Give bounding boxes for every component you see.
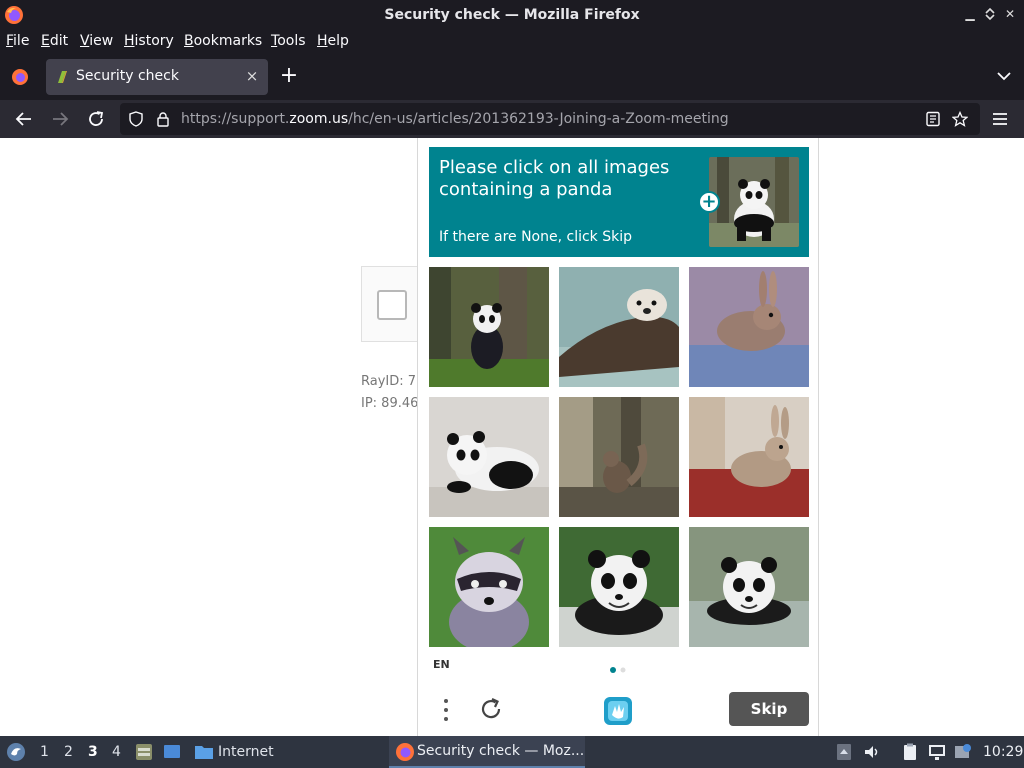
sample-image-panda [709,157,799,247]
update-notifier-icon[interactable] [953,742,973,762]
launcher-internet-label[interactable]: Internet [218,744,274,760]
menu-file[interactable]: File [6,33,29,49]
reader-view-icon[interactable] [925,111,941,127]
url-bar[interactable]: https://support.zoom.us/hc/en-us/article… [120,103,980,135]
menu-help[interactable]: Help [317,33,349,49]
hamburger-menu-icon[interactable] [989,108,1011,130]
minimize-button[interactable]: ▁ [962,6,978,22]
captcha-tile-5[interactable] [559,397,679,517]
back-arrow-icon[interactable] [13,108,35,130]
bookmark-star-icon[interactable] [952,111,968,127]
start-menu-icon[interactable] [6,742,26,762]
workspace-2[interactable]: 2 [64,744,73,760]
prompt-subtext: If there are None, click Skip [439,229,633,245]
restore-icon[interactable] [982,6,998,22]
tab-bar: Security check × + [0,54,1024,100]
window-title: Security check — Mozilla Firefox [384,7,640,23]
firefox-icon [396,743,414,761]
captcha-challenge: Please click on all images containing a … [417,138,819,736]
new-tab-button[interactable]: + [278,65,300,88]
taskbar-task-firefox[interactable]: Security check — Moz... [389,736,585,768]
workspace-4[interactable]: 4 [112,744,121,760]
ip-text: IP: 89.46 [361,396,419,411]
clipboard-icon[interactable] [900,742,920,762]
captcha-tile-2[interactable] [559,267,679,387]
tab-security-check[interactable]: Security check × [46,59,268,95]
forward-arrow-icon[interactable] [49,108,71,130]
more-options-icon[interactable] [436,696,456,724]
captcha-tile-3[interactable] [689,267,809,387]
network-icon[interactable] [927,742,947,762]
page-indicator [610,667,626,673]
plus-icon[interactable]: + [698,191,720,213]
captcha-tile-9[interactable] [689,527,809,647]
tab-title: Security check [76,68,179,84]
language-selector[interactable]: EN [433,658,450,671]
verify-checkbox[interactable] [377,290,407,320]
menu-bar: File Edit View History Bookmarks Tools H… [0,30,1024,54]
ray-id-text: RayID: 7 [361,374,417,389]
taskbar: 1 2 3 4 Internet Security check — Moz... [0,736,1024,768]
captcha-prompt: Please click on all images containing a … [429,147,809,257]
menu-view[interactable]: View [80,33,113,49]
file-manager-icon[interactable] [134,742,154,762]
workspace-3[interactable]: 3 [88,744,98,760]
captcha-tile-4[interactable] [429,397,549,517]
captcha-tile-1[interactable] [429,267,549,387]
prompt-text: Please click on all images containing a … [439,157,670,200]
desktop-icon[interactable] [162,742,182,762]
shield-icon[interactable] [128,111,144,127]
hcaptcha-logo-icon [604,697,632,725]
url-text[interactable]: https://support.zoom.us/hc/en-us/article… [181,111,729,127]
captcha-tile-7[interactable] [429,527,549,647]
clock: 10:29 [983,744,1024,760]
captcha-tile-8[interactable] [559,527,679,647]
verify-widget [361,266,421,342]
menu-history[interactable]: History [124,33,174,49]
close-window-button[interactable]: ✕ [1002,6,1018,22]
lock-icon[interactable] [155,111,171,127]
refresh-icon[interactable] [478,696,504,722]
firefox-view-icon[interactable] [10,67,30,87]
tab-close-icon[interactable]: × [244,67,260,85]
chevron-down-icon[interactable] [996,68,1012,84]
folder-icon[interactable] [194,742,214,762]
menu-bookmarks[interactable]: Bookmarks [184,33,262,49]
skip-button[interactable]: Skip [729,692,809,726]
zoom-favicon-icon [58,71,67,83]
window-titlebar: Security check — Mozilla Firefox ▁ ✕ [0,0,1024,30]
navigation-toolbar: https://support.zoom.us/hc/en-us/article… [0,100,1024,138]
captcha-tile-6[interactable] [689,397,809,517]
volume-icon[interactable] [862,742,882,762]
menu-tools[interactable]: Tools [271,33,306,49]
scroll-up-icon[interactable] [834,742,854,762]
reload-icon[interactable] [85,108,107,130]
workspace-1[interactable]: 1 [40,744,49,760]
task-label: Security check — Moz... [417,743,585,759]
menu-edit[interactable]: Edit [41,33,68,49]
